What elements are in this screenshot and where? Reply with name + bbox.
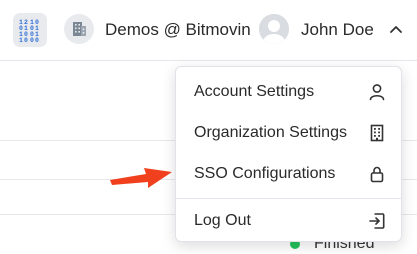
building-icon[interactable]: [64, 14, 94, 44]
user-name[interactable]: John Doe: [301, 20, 374, 40]
top-bar: 1210 0101 1001 1000 Demos @ Bitmovin Joh…: [0, 0, 417, 61]
menu-item-label: Log Out: [194, 212, 251, 229]
svg-text:0: 0: [35, 37, 39, 42]
svg-text:0: 0: [24, 37, 28, 42]
annotation-arrow-icon: [110, 168, 172, 188]
menu-item-label: SSO Configurations: [194, 165, 336, 182]
organization-name[interactable]: Demos @ Bitmovin: [105, 20, 251, 40]
user-avatar-icon[interactable]: [259, 14, 289, 44]
logout-icon: [367, 211, 387, 231]
menu-item-organization-settings[interactable]: Organization Settings: [176, 113, 401, 153]
menu-divider: [176, 198, 401, 199]
chevron-up-icon[interactable]: [388, 22, 404, 36]
menu-item-sso-configurations[interactable]: SSO Configurations: [176, 154, 401, 194]
menu-item-label: Account Settings: [194, 83, 315, 100]
user-menu-dropdown: Account Settings Organization Settings S…: [175, 66, 402, 242]
lock-icon: [367, 164, 387, 184]
menu-item-log-out[interactable]: Log Out: [176, 201, 401, 241]
building-icon: [367, 123, 387, 143]
binary-grid-icon[interactable]: 1210 0101 1001 1000: [13, 13, 47, 47]
menu-item-account-settings[interactable]: Account Settings: [176, 72, 401, 112]
svg-text:0: 0: [30, 37, 34, 42]
menu-item-label: Organization Settings: [194, 124, 347, 141]
user-icon: [367, 82, 387, 102]
svg-text:1: 1: [19, 37, 23, 42]
